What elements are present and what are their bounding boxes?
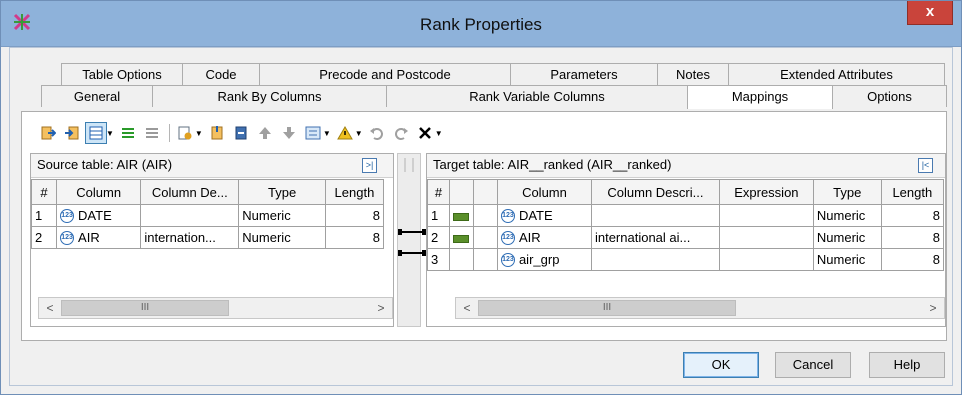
table-row[interactable]: 2 123 AIR internation... Numeric 8: [30, 226, 385, 249]
move-up-icon[interactable]: [254, 122, 276, 144]
target-table-title: Target table: AIR__ranked (AIR__ranked): [427, 154, 945, 178]
tab-parameters[interactable]: Parameters: [510, 63, 658, 85]
sort-icon[interactable]: [302, 122, 324, 144]
tab-general[interactable]: General: [41, 85, 153, 107]
cancel-button[interactable]: Cancel: [775, 352, 851, 378]
rank-properties-dialog: Rank Properties x Table Options Code Pre…: [0, 0, 962, 395]
move-down-icon[interactable]: [278, 122, 300, 144]
export-columns-icon[interactable]: [230, 122, 252, 144]
column-header[interactable]: [472, 179, 498, 205]
column-header[interactable]: Expression: [718, 179, 814, 205]
pane-splitter[interactable]: [397, 153, 421, 327]
scroll-right-icon[interactable]: >: [924, 298, 942, 318]
title-bar: Rank Properties x: [1, 1, 961, 47]
column-header[interactable]: Column De...: [140, 179, 240, 205]
ok-button[interactable]: OK: [683, 352, 759, 378]
import-columns-icon[interactable]: [206, 122, 228, 144]
tab-rank-variable-columns[interactable]: Rank Variable Columns: [386, 85, 688, 107]
column-header[interactable]: Column: [56, 179, 142, 205]
chevron-down-icon[interactable]: ▼: [195, 129, 203, 138]
redo-icon[interactable]: [390, 122, 412, 144]
tab-row-bottom: General Rank By Columns Rank Variable Co…: [21, 85, 947, 109]
table-row[interactable]: 1 123 DATE Numeric 8: [30, 204, 385, 227]
target-table-pane: Target table: AIR__ranked (AIR__ranked) …: [426, 153, 946, 327]
tab-rank-by-columns[interactable]: Rank By Columns: [152, 85, 387, 107]
layout-icon[interactable]: [85, 122, 107, 144]
collapse-source-icon[interactable]: >|: [362, 158, 377, 173]
numeric-column-icon: 123: [60, 231, 75, 246]
mappings-toolbar: ▼ ▼ ▼ ▼ ▼: [37, 120, 446, 146]
mapping-link-date[interactable]: [398, 227, 426, 237]
dialog-title: Rank Properties: [420, 15, 542, 34]
tab-code[interactable]: Code: [182, 63, 260, 85]
tab-options[interactable]: Options: [832, 85, 947, 107]
table-row[interactable]: 2 123 AIR international ai... Numeric 8: [427, 226, 945, 249]
source-table-pane: Source table: AIR (AIR) >| # Column Colu…: [30, 153, 394, 327]
collapse-target-icon[interactable]: |<: [918, 158, 933, 173]
tab-precode-postcode[interactable]: Precode and Postcode: [259, 63, 511, 85]
target-columns-table: # Column Column Descri... Expression Typ…: [427, 179, 945, 271]
column-header[interactable]: #: [427, 179, 450, 205]
numeric-column-icon: 123: [60, 209, 75, 224]
source-table-title: Source table: AIR (AIR): [31, 154, 393, 178]
collapse-list-icon[interactable]: [141, 122, 163, 144]
scroll-left-icon[interactable]: <: [41, 298, 59, 318]
source-horizontal-scrollbar[interactable]: < III >: [38, 297, 393, 319]
column-header[interactable]: Length: [880, 179, 945, 205]
chevron-down-icon[interactable]: ▼: [106, 129, 114, 138]
scroll-right-icon[interactable]: >: [372, 298, 390, 318]
toolbar-separator: [168, 124, 170, 142]
map-all-icon[interactable]: [61, 122, 83, 144]
column-header[interactable]: #: [30, 179, 58, 205]
map-one-to-one-icon[interactable]: [37, 122, 59, 144]
scroll-left-icon[interactable]: <: [458, 298, 476, 318]
chevron-down-icon[interactable]: ▼: [323, 129, 331, 138]
new-column-icon[interactable]: [174, 122, 196, 144]
splitter-grip[interactable]: [404, 158, 414, 172]
scroll-thumb[interactable]: III: [478, 300, 736, 316]
delete-mapping-icon[interactable]: [414, 122, 436, 144]
chevron-down-icon[interactable]: ▼: [355, 129, 363, 138]
column-header[interactable]: Column Descri...: [590, 179, 720, 205]
column-header[interactable]: Column: [496, 179, 592, 205]
chevron-down-icon[interactable]: ▼: [435, 129, 443, 138]
column-header[interactable]: Length: [324, 179, 385, 205]
undo-icon[interactable]: [366, 122, 388, 144]
close-button[interactable]: x: [907, 1, 953, 25]
source-columns-table: # Column Column De... Type Length 1 123 D…: [30, 179, 385, 249]
numeric-column-icon: 123: [500, 209, 515, 224]
column-header[interactable]: Type: [812, 179, 882, 205]
tab-table-options[interactable]: Table Options: [61, 63, 183, 85]
help-button[interactable]: Help: [869, 352, 945, 378]
column-header[interactable]: [448, 179, 474, 205]
warning-icon[interactable]: [334, 122, 356, 144]
tab-row-top: Table Options Code Precode and Postcode …: [21, 63, 945, 85]
tab-extended-attributes[interactable]: Extended Attributes: [728, 63, 945, 85]
mapped-column-icon: [452, 234, 469, 243]
numeric-column-icon: 123: [500, 253, 515, 268]
expand-list-icon[interactable]: [117, 122, 139, 144]
target-horizontal-scrollbar[interactable]: < III >: [455, 297, 945, 319]
mapped-column-icon: [452, 212, 469, 221]
table-row[interactable]: 1 123 DATE Numeric 8: [427, 204, 945, 227]
numeric-column-icon: 123: [500, 231, 515, 246]
column-header[interactable]: Type: [238, 179, 326, 205]
tab-mappings[interactable]: Mappings: [687, 85, 833, 109]
scroll-thumb[interactable]: III: [61, 300, 229, 316]
table-row[interactable]: 3 123 air_grp Numeric 8: [427, 248, 945, 271]
tab-notes[interactable]: Notes: [657, 63, 729, 85]
mapping-link-air[interactable]: [398, 248, 426, 258]
